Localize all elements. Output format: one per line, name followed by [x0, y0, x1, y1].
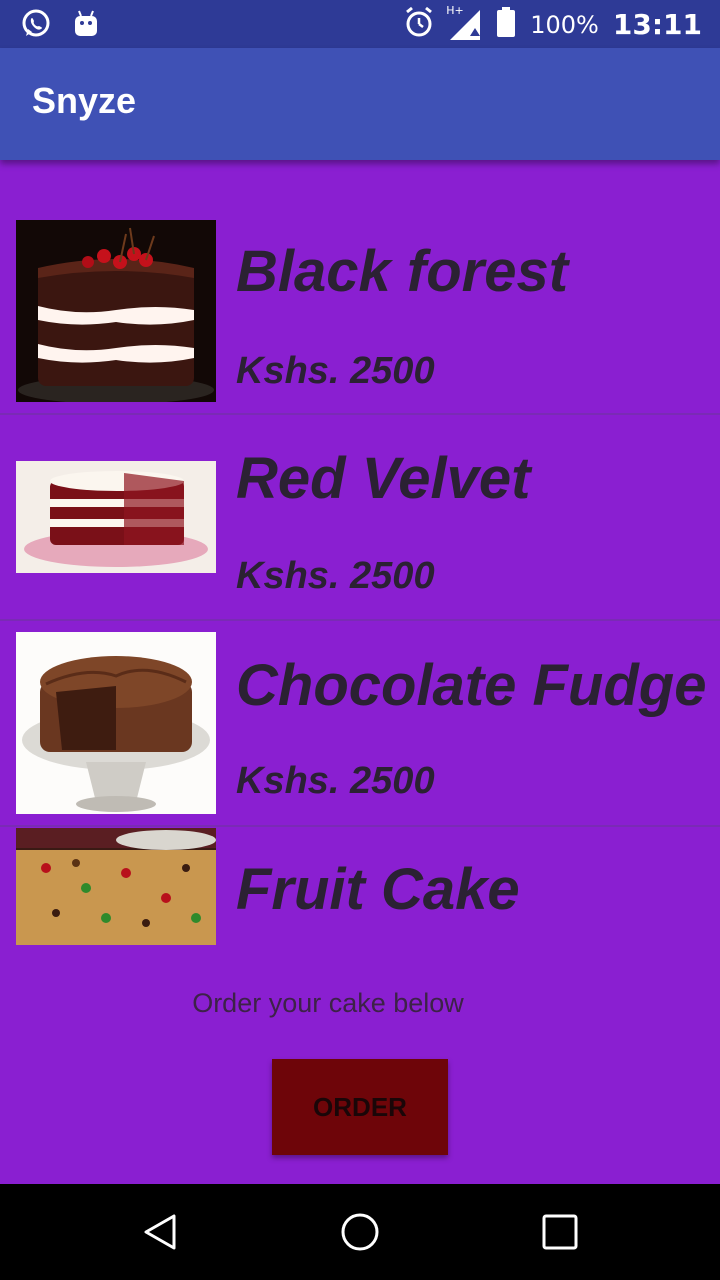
list-item-fruit-cake[interactable]: Fruit Cake [0, 828, 720, 948]
status-time: 13:11 [612, 8, 702, 41]
navigation-bar [0, 1184, 720, 1280]
home-icon[interactable] [336, 1208, 384, 1256]
red-velvet-cake-image [16, 461, 216, 573]
android-icon [72, 8, 100, 45]
cake-price: Kshs. 2500 [236, 555, 435, 597]
divider [0, 619, 720, 621]
status-bar: H+ 100% 13:11 [0, 0, 720, 48]
whatsapp-icon [20, 8, 52, 45]
cake-name: Black forest [236, 239, 569, 304]
cake-name: Fruit Cake [236, 857, 520, 922]
cake-price: Kshs. 2500 [236, 350, 435, 392]
recent-apps-icon[interactable] [536, 1208, 584, 1256]
app-bar: Snyze [0, 48, 720, 160]
list-item-red-velvet[interactable]: Red Velvet Kshs. 2500 [0, 415, 720, 621]
cake-name: Chocolate Fudge [236, 653, 707, 718]
battery-icon [496, 6, 516, 43]
app-title: Snyze [32, 80, 137, 121]
cake-price: Kshs. 2500 [236, 760, 435, 802]
chocolate-fudge-cake-image [16, 632, 216, 814]
cake-name: Red Velvet [236, 446, 531, 511]
network-type-label: H+ [446, 3, 464, 17]
list-item-chocolate-fudge[interactable]: Chocolate Fudge Kshs. 2500 [0, 622, 720, 827]
signal-icon: H+ [446, 4, 482, 42]
black-forest-cake-image [16, 220, 216, 402]
fruit-cake-image [16, 828, 216, 945]
order-button[interactable]: ORDER [272, 1059, 448, 1155]
order-prompt: Order your cake below [192, 988, 464, 1018]
divider [0, 825, 720, 827]
cake-list[interactable]: Black forest Kshs. 2500 Red Velvet Kshs.… [0, 160, 720, 980]
alarm-icon [404, 6, 434, 43]
back-icon[interactable] [136, 1208, 184, 1256]
list-item-black-forest[interactable]: Black forest Kshs. 2500 [0, 220, 720, 415]
battery-percent: 100% [530, 10, 599, 39]
